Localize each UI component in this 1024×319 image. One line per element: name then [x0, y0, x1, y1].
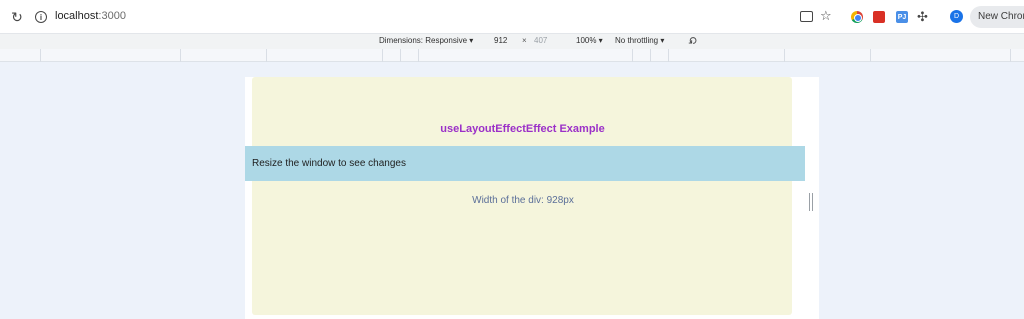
address-bar[interactable]: localhost:3000 — [55, 10, 126, 22]
resize-box: Resize the window to see changes — [245, 146, 805, 181]
height-input[interactable]: 407 — [534, 36, 547, 45]
browser-toolbar: ↻ i localhost:3000 ☆ PJ ✣ D New Chrom — [0, 0, 1024, 34]
ruler-tick — [1010, 49, 1011, 62]
chrome-extension-icon[interactable] — [851, 11, 863, 23]
reload-icon[interactable]: ↻ — [9, 9, 25, 25]
pj-extension-icon[interactable]: PJ — [896, 11, 908, 23]
url-host: localhost — [55, 10, 99, 22]
dimension-separator: × — [522, 36, 527, 45]
page-title: useLayoutEffectEffect Example — [440, 123, 605, 135]
width-input[interactable]: 912 — [494, 36, 507, 45]
ruler-tick — [418, 49, 419, 62]
red-extension-icon[interactable] — [873, 11, 885, 23]
device-toolbar: Dimensions: Responsive ▾ 912 × 407 100% … — [0, 34, 1024, 49]
dimensions-dropdown[interactable]: Dimensions: Responsive ▾ — [379, 36, 473, 45]
ruler-tick — [400, 49, 401, 62]
new-chrome-button[interactable]: New Chrom — [970, 6, 1024, 28]
div-width-readout: Width of the div: 928px — [472, 195, 574, 206]
url-port: :3000 — [98, 10, 126, 22]
ruler-tick — [870, 49, 871, 62]
resize-handle[interactable] — [809, 193, 813, 211]
media-query-bar[interactable] — [0, 49, 1024, 62]
extensions-puzzle-icon[interactable]: ✣ — [917, 9, 933, 25]
resize-instruction: Resize the window to see changes — [252, 158, 406, 169]
ruler-tick — [382, 49, 383, 62]
ruler-tick — [784, 49, 785, 62]
profile-avatar[interactable]: D — [950, 10, 963, 23]
ruler-tick — [40, 49, 41, 62]
ruler-tick — [668, 49, 669, 62]
zoom-dropdown[interactable]: 100% ▾ — [576, 36, 603, 45]
bookmark-star-icon[interactable]: ☆ — [820, 8, 836, 24]
ruler-tick — [650, 49, 651, 62]
ruler-tick — [266, 49, 267, 62]
throttling-dropdown[interactable]: No throttling ▾ — [615, 36, 664, 45]
site-info-icon[interactable]: i — [35, 11, 47, 23]
ruler-tick — [632, 49, 633, 62]
ruler-tick — [180, 49, 181, 62]
cast-icon[interactable] — [800, 11, 813, 22]
